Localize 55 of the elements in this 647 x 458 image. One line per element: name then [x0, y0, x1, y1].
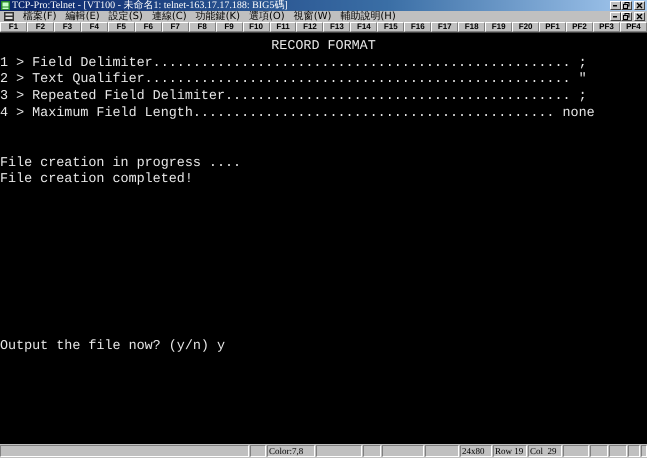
- message-line: File creation in progress ....: [0, 156, 242, 171]
- option-line: 4 > Maximum Field Length............................................. none: [0, 106, 595, 121]
- function-key[interactable]: F6: [134, 22, 162, 32]
- menu-item[interactable]: 設定(S): [108, 11, 143, 22]
- prompt-line: Output the file now? (y/n) y: [0, 338, 225, 354]
- function-key[interactable]: F14: [350, 22, 378, 32]
- function-key[interactable]: F16: [404, 22, 432, 32]
- function-key[interactable]: F15: [377, 22, 404, 32]
- function-key[interactable]: F13: [323, 22, 350, 32]
- function-key[interactable]: F8: [188, 22, 216, 32]
- function-key[interactable]: PF2: [566, 22, 593, 32]
- function-key[interactable]: F1: [0, 22, 27, 32]
- function-key[interactable]: F17: [431, 22, 458, 32]
- restore-button[interactable]: [621, 1, 632, 10]
- function-key[interactable]: F18: [458, 22, 486, 32]
- minimize-button[interactable]: [610, 1, 621, 10]
- function-key[interactable]: PF3: [592, 22, 620, 32]
- close-button[interactable]: [634, 12, 645, 21]
- minimize-button[interactable]: [610, 12, 621, 21]
- status-text: Color:7,8: [269, 446, 304, 456]
- function-key[interactable]: F20: [512, 22, 540, 32]
- close-button[interactable]: [634, 1, 645, 10]
- minimize-icon: [613, 4, 618, 6]
- function-key[interactable]: F12: [296, 22, 324, 32]
- function-key[interactable]: F2: [26, 22, 54, 32]
- terminal-icon: [1, 1, 10, 10]
- option-line: 1 > Field Delimiter.................................................... ;: [0, 56, 587, 71]
- status-text: 24x80: [462, 446, 484, 456]
- menu-item[interactable]: 編輯(E): [66, 11, 100, 22]
- function-key[interactable]: F11: [270, 22, 296, 32]
- message-line: File creation completed!: [0, 172, 193, 188]
- function-key[interactable]: PF4: [620, 22, 647, 32]
- function-key[interactable]: F19: [485, 22, 512, 32]
- menu-item[interactable]: 視窗(W): [294, 11, 332, 22]
- function-key[interactable]: F5: [108, 22, 135, 32]
- restore-button[interactable]: [621, 12, 632, 21]
- menu-item[interactable]: 檔案(F): [23, 11, 57, 22]
- menu-item[interactable]: 選項(O): [249, 11, 285, 22]
- option-line: 3 > Repeated Field Delimiter........................................... ;: [0, 88, 587, 104]
- window-title: TCP-Pro:Telnet - [VT100 - 未命名1: telnet-163.17.17.188: BIG5碼]: [12, 0, 288, 11]
- status-text: Row 19: [495, 446, 524, 456]
- function-key[interactable]: F10: [242, 22, 270, 32]
- menu-item[interactable]: 功能鍵(K): [196, 11, 240, 22]
- option-line: 2 > Text Qualifier..................................................... ": [0, 72, 587, 88]
- function-key[interactable]: F4: [80, 22, 108, 32]
- screen-heading: RECORD FORMAT: [271, 39, 376, 54]
- menu-item[interactable]: 連線(C): [152, 11, 187, 22]
- status-text: Col 29: [530, 446, 557, 456]
- menu-item[interactable]: 輔助說明(H): [340, 11, 396, 22]
- minimize-icon: [613, 16, 618, 18]
- function-key[interactable]: PF1: [539, 22, 566, 32]
- document-icon[interactable]: [4, 12, 14, 21]
- function-key[interactable]: F3: [54, 22, 81, 32]
- function-key[interactable]: F9: [216, 22, 243, 32]
- function-key[interactable]: F7: [162, 22, 189, 32]
